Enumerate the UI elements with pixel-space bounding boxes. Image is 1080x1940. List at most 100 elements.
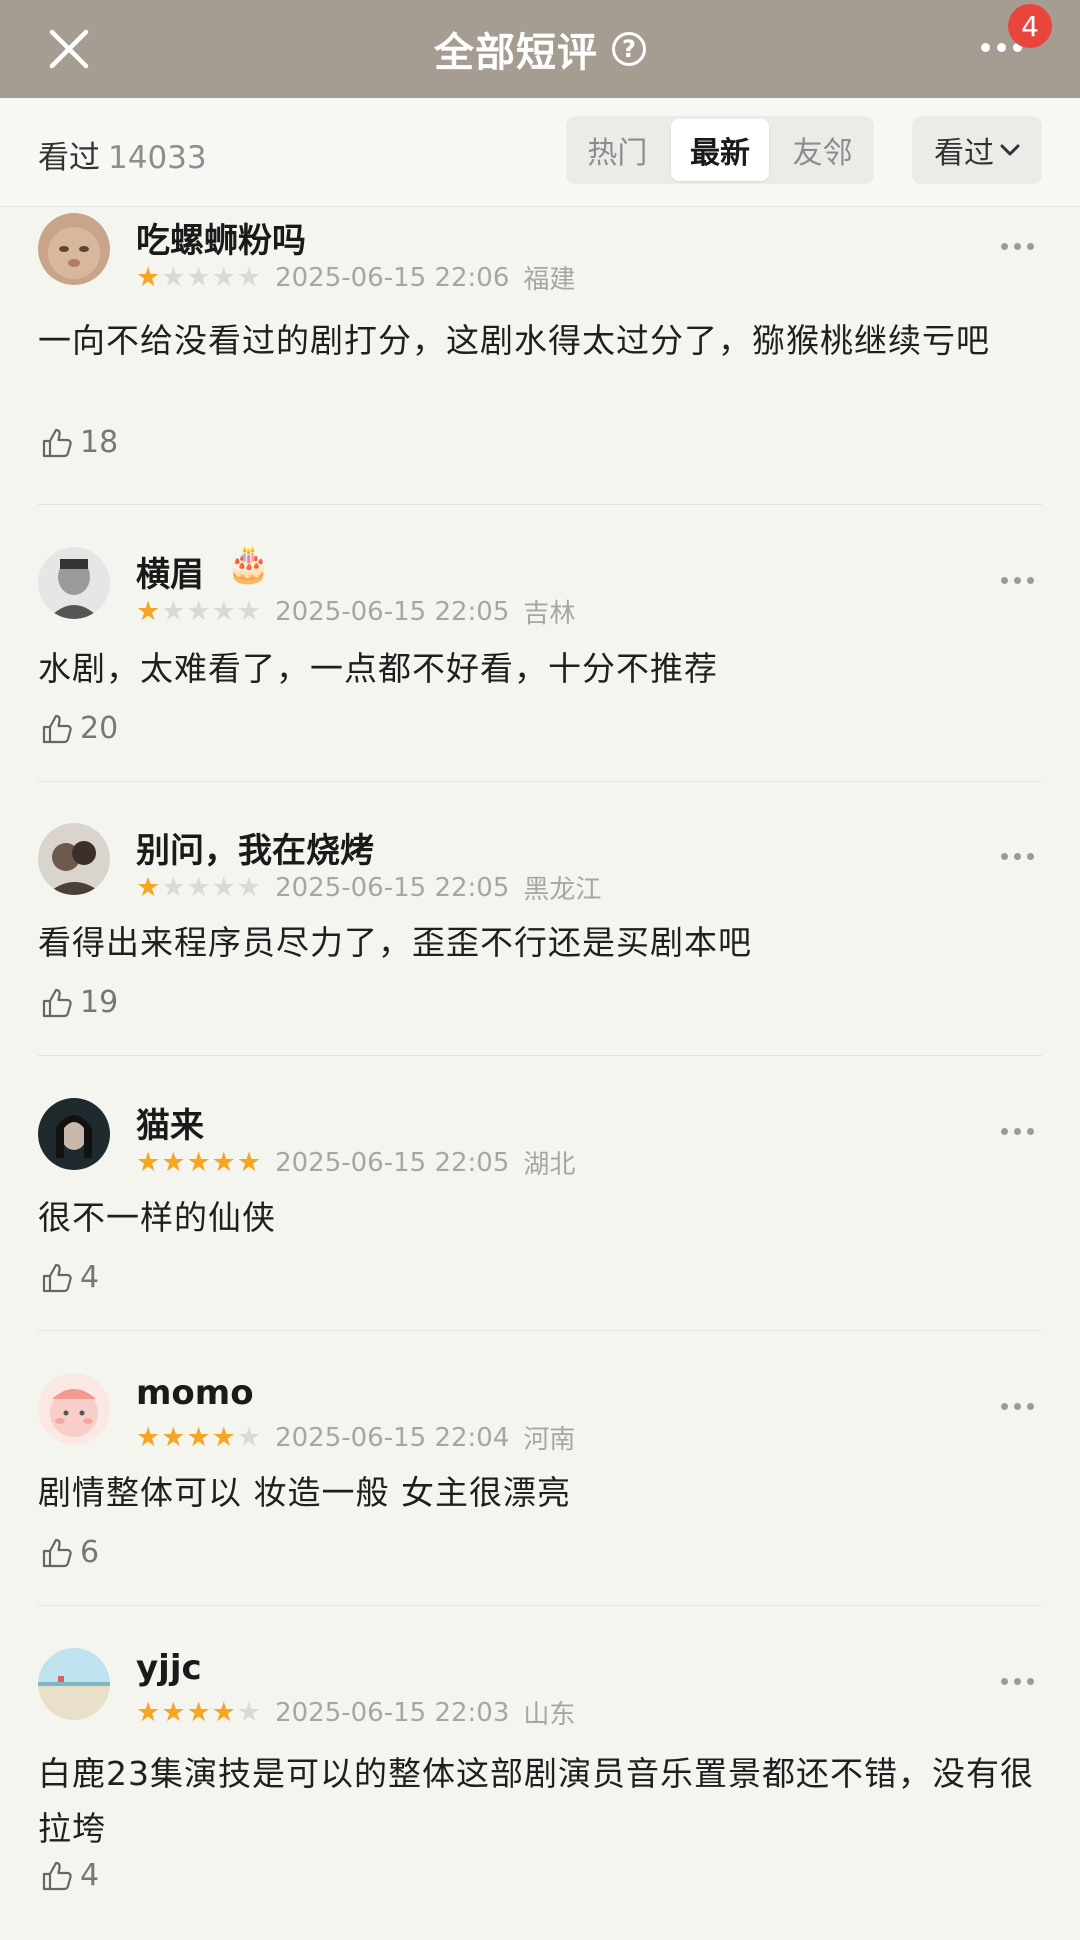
comment-more-button[interactable] — [995, 571, 1040, 590]
star-filled-icon: ★ — [136, 1147, 161, 1178]
comment-date: 2025-06-15 22:05 — [275, 596, 510, 627]
star-filled-icon: ★ — [136, 872, 161, 903]
divider — [38, 1055, 1042, 1056]
star-empty-icon: ★ — [236, 596, 262, 627]
like-button[interactable]: 4 — [40, 1858, 99, 1893]
comment-region: 河南 — [523, 1425, 576, 1455]
star-filled-icon: ★ — [136, 596, 161, 627]
like-button[interactable]: 19 — [40, 985, 118, 1020]
thumbs-up-icon — [42, 988, 72, 1017]
star-filled-icon: ★ — [136, 1697, 161, 1728]
like-button[interactable]: 4 — [40, 1260, 99, 1295]
comment-more-button[interactable] — [995, 237, 1040, 256]
username[interactable]: momo — [136, 1373, 254, 1413]
comment-meta: ★ ★ ★ ★ ★ 2025-06-15 22:05 黑龙江 — [136, 869, 601, 906]
star-filled-icon: ★ — [211, 1697, 236, 1728]
username[interactable]: yjjc — [136, 1648, 202, 1688]
status-dropdown[interactable]: 看过 — [912, 116, 1042, 184]
avatar[interactable] — [38, 1373, 110, 1445]
username[interactable]: 吃螺蛳粉吗 — [136, 213, 306, 262]
comment-meta: ★ ★ ★ ★ ★ 2025-06-15 22:05 湖北 — [136, 1144, 575, 1181]
star-filled-icon: ★ — [161, 1147, 186, 1178]
avatar[interactable] — [38, 547, 110, 619]
star-filled-icon: ★ — [211, 1422, 236, 1453]
comment-more-button[interactable] — [995, 1672, 1040, 1691]
comment-region: 吉林 — [523, 599, 576, 629]
star-empty-icon: ★ — [186, 596, 211, 627]
star-empty-icon: ★ — [236, 1697, 262, 1728]
sort-segmented-control: 热门 最新 友邻 — [566, 116, 874, 184]
tab-friends[interactable]: 友邻 — [773, 119, 872, 181]
star-empty-icon: ★ — [236, 872, 262, 903]
thumbs-up-icon — [42, 1861, 72, 1890]
avatar[interactable] — [38, 1648, 110, 1720]
rating-stars: ★ ★ ★ ★ ★ — [136, 1149, 261, 1176]
comment-meta: ★ ★ ★ ★ ★ 2025-06-15 22:06 福建 — [136, 259, 575, 296]
comment-more-button[interactable] — [995, 847, 1040, 866]
avatar[interactable] — [38, 1098, 110, 1170]
like-button[interactable]: 20 — [40, 711, 118, 746]
comment-more-button[interactable] — [995, 1397, 1040, 1416]
comment-date: 2025-06-15 22:05 — [275, 1147, 510, 1178]
comment-meta: ★ ★ ★ ★ ★ 2025-06-15 22:04 河南 — [136, 1419, 575, 1456]
divider — [38, 1330, 1042, 1331]
username[interactable]: 猫来 — [136, 1098, 204, 1147]
birthday-cake-icon: 🎂 — [226, 544, 271, 585]
like-button[interactable]: 6 — [40, 1535, 99, 1570]
help-icon[interactable]: ? — [612, 32, 646, 66]
star-empty-icon: ★ — [236, 262, 262, 293]
star-empty-icon: ★ — [236, 1422, 262, 1453]
close-icon — [49, 29, 89, 69]
username[interactable]: 横眉 — [136, 547, 204, 596]
close-button[interactable] — [40, 20, 98, 78]
comment-text: 看得出来程序员尽力了，歪歪不行还是买剧本吧 — [38, 923, 752, 962]
comment-region: 黑龙江 — [523, 875, 602, 905]
comment-text: 水剧，太难看了，一点都不好看，十分不推荐 — [38, 649, 718, 688]
comment-region: 山东 — [523, 1700, 576, 1730]
comment-region: 福建 — [523, 265, 576, 295]
comment-text: 一向不给没看过的剧打分，这剧水得太过分了，猕猴桃继续亏吧 — [38, 321, 990, 360]
star-empty-icon: ★ — [161, 262, 186, 293]
tab-hot[interactable]: 热门 — [568, 119, 667, 181]
comment-date: 2025-06-15 22:05 — [275, 872, 510, 903]
watched-label: 看过 — [38, 140, 100, 176]
star-filled-icon: ★ — [186, 1697, 211, 1728]
divider — [38, 1605, 1042, 1606]
star-empty-icon: ★ — [211, 872, 236, 903]
divider — [38, 504, 1042, 505]
thumbs-up-icon — [42, 714, 72, 743]
thumbs-up-icon — [42, 428, 72, 457]
avatar[interactable] — [38, 213, 110, 285]
avatar[interactable] — [38, 823, 110, 895]
thumbs-up-icon — [42, 1263, 72, 1292]
star-empty-icon: ★ — [211, 596, 236, 627]
comment-text: 白鹿23集演技是可以的整体这部剧演员音乐置景都还不错，没有很拉垮 — [38, 1754, 1034, 1848]
star-empty-icon: ★ — [161, 596, 186, 627]
star-filled-icon: ★ — [136, 1422, 161, 1453]
star-empty-icon: ★ — [186, 262, 211, 293]
notification-badge: 4 — [1008, 4, 1052, 48]
like-count: 6 — [80, 1535, 100, 1570]
page-title: 全部短评 — [434, 30, 598, 76]
like-count: 18 — [80, 425, 119, 460]
like-count: 4 — [80, 1260, 100, 1295]
like-button[interactable]: 18 — [40, 425, 118, 460]
rating-stars: ★ ★ ★ ★ ★ — [136, 874, 261, 901]
tab-latest[interactable]: 最新 — [670, 119, 770, 181]
thumbs-up-icon — [42, 1538, 72, 1567]
rating-stars: ★ ★ ★ ★ ★ — [136, 264, 261, 291]
star-filled-icon: ★ — [186, 1147, 211, 1178]
comment-more-button[interactable] — [995, 1122, 1040, 1141]
comment-date: 2025-06-15 22:06 — [275, 262, 510, 293]
rating-stars: ★ ★ ★ ★ ★ — [136, 598, 261, 625]
more-options-button[interactable]: 4 — [966, 4, 1052, 72]
star-filled-icon: ★ — [186, 1422, 211, 1453]
more-icon — [980, 42, 1022, 52]
username[interactable]: 别问，我在烧烤 — [136, 823, 374, 872]
rating-stars: ★ ★ ★ ★ ★ — [136, 1699, 261, 1726]
like-count: 4 — [80, 1858, 100, 1893]
star-filled-icon: ★ — [136, 262, 161, 293]
star-empty-icon: ★ — [161, 872, 186, 903]
star-empty-icon: ★ — [211, 262, 236, 293]
dropdown-label: 看过 — [934, 136, 994, 171]
